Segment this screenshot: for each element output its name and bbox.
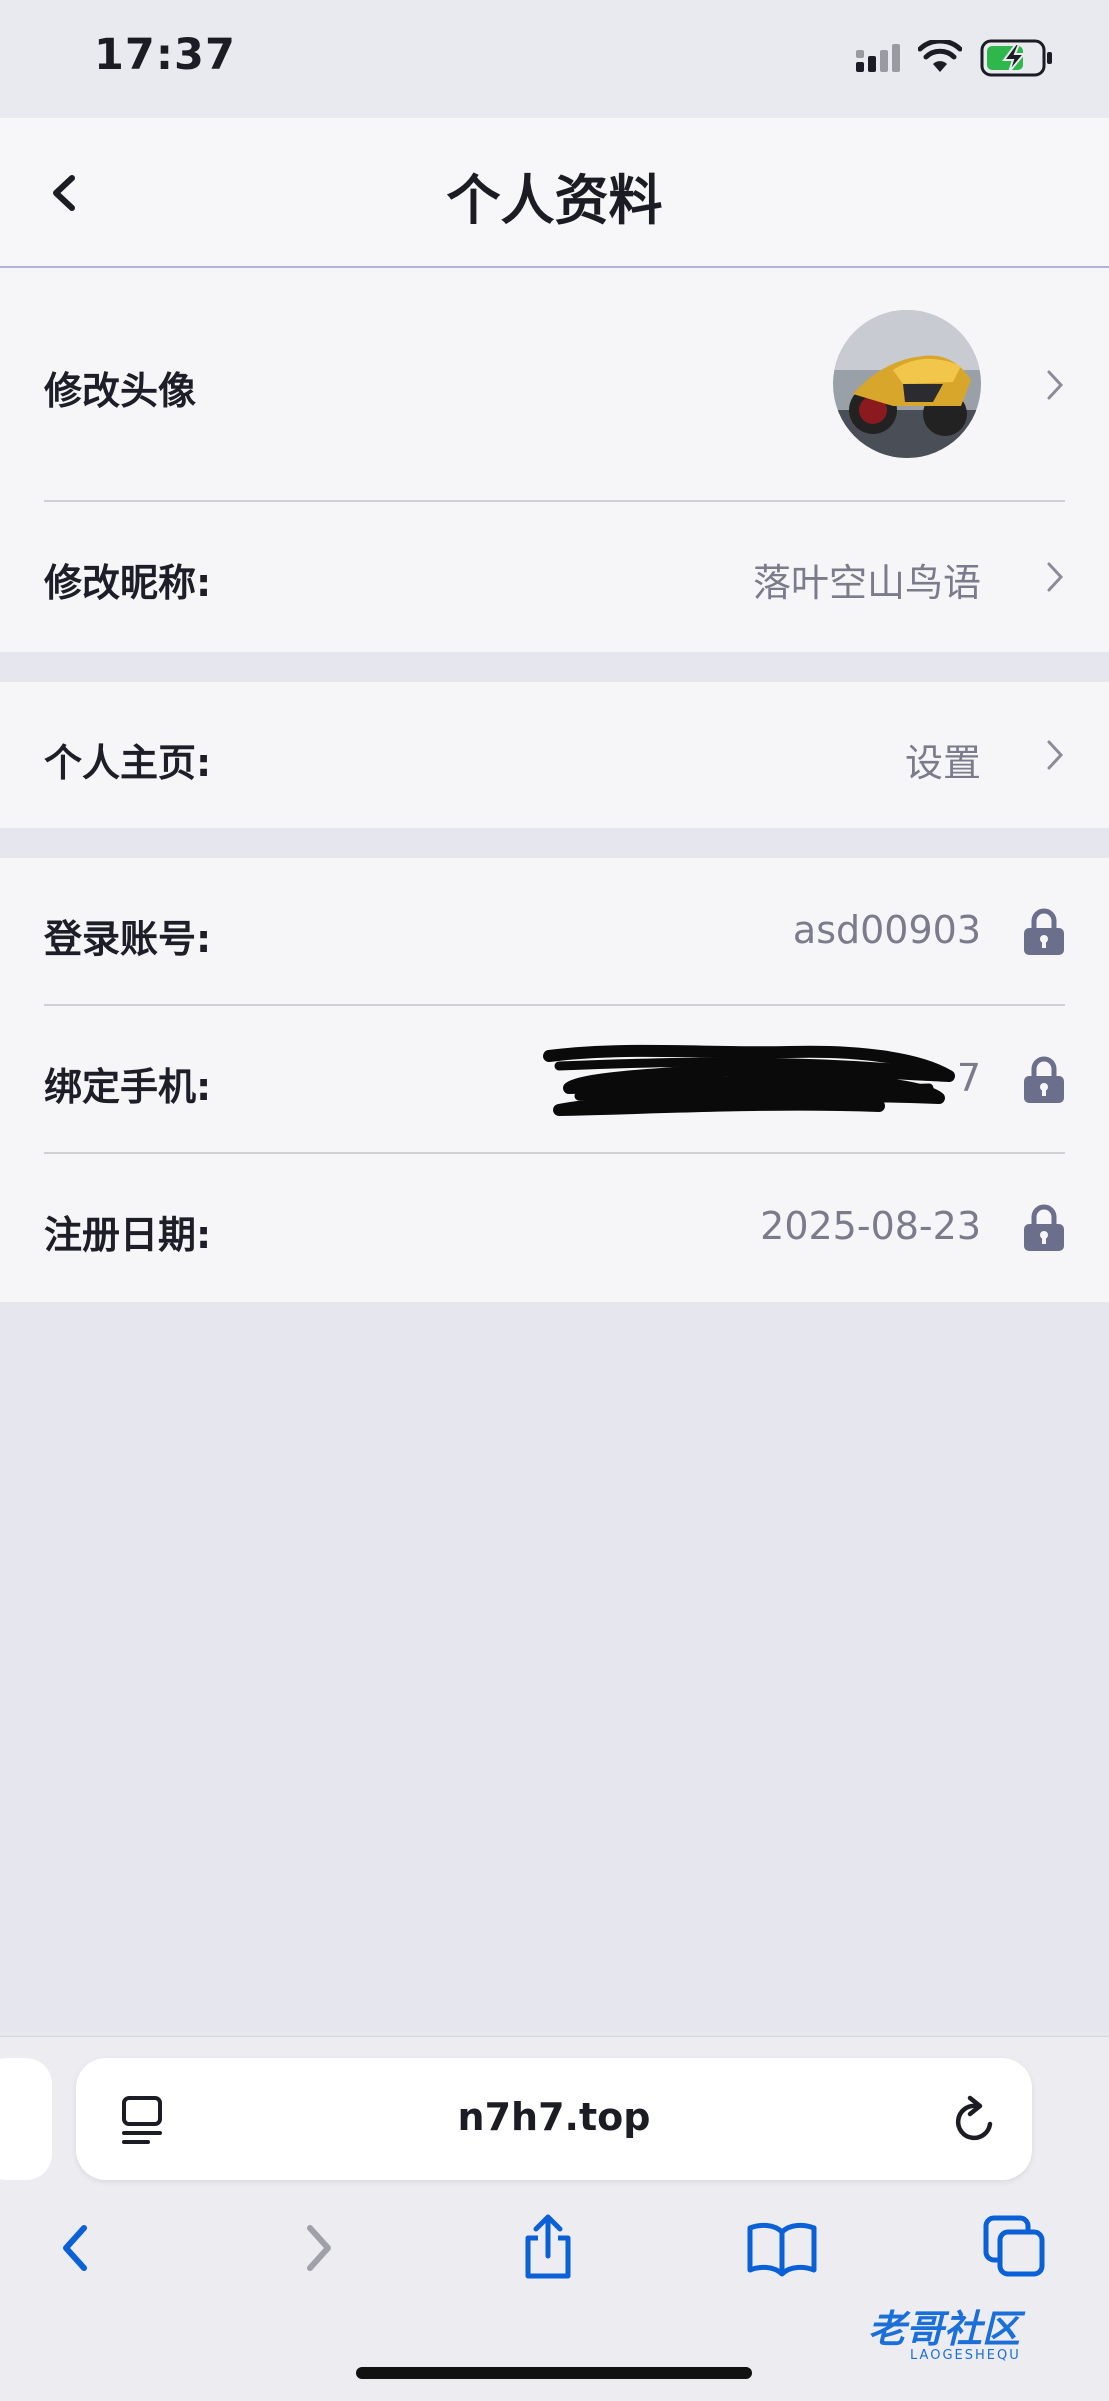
profile-section: 修改头像 修改昵称: 落叶空山鸟语 <box>0 268 1109 652</box>
forward-icon[interactable] <box>298 2218 338 2278</box>
status-time: 17:37 <box>94 30 236 80</box>
url-text[interactable]: n7h7.top <box>76 2095 1032 2139</box>
page-title: 个人资料 <box>446 169 663 232</box>
nickname-value: 落叶空山鸟语 <box>752 561 981 605</box>
register-date-row: 注册日期: 2025-08-23 <box>0 1154 1109 1302</box>
chevron-right-icon <box>1045 560 1065 594</box>
register-date-value: 2025-08-23 <box>760 1204 981 1248</box>
share-icon[interactable] <box>518 2212 578 2282</box>
chevron-right-icon <box>1045 368 1065 402</box>
cellular-signal-icon <box>856 42 904 74</box>
login-account-label: 登录账号: <box>44 917 212 961</box>
watermark-subtext: LAOGESHEQU <box>910 2348 1021 2363</box>
change-avatar-label: 修改头像 <box>44 369 197 413</box>
change-avatar-row[interactable]: 修改头像 <box>0 268 1109 500</box>
login-account-value: asd00903 <box>792 908 981 952</box>
wifi-icon <box>917 38 963 74</box>
bound-phone-row: 绑定手机: 7 <box>0 1006 1109 1152</box>
homepage-label: 个人主页: <box>44 741 212 785</box>
watermark-logo: 老哥社区 <box>868 2298 1020 2353</box>
battery-charging-icon <box>980 38 1054 78</box>
homepage-row[interactable]: 个人主页: 设置 <box>0 682 1109 828</box>
homepage-section: 个人主页: 设置 <box>0 682 1109 828</box>
chevron-right-icon <box>1045 738 1065 772</box>
homepage-value: 设置 <box>904 741 981 785</box>
avatar[interactable] <box>833 310 981 458</box>
lock-icon <box>1023 1056 1065 1104</box>
redaction-scribble <box>539 1036 959 1126</box>
change-nickname-row[interactable]: 修改昵称: 落叶空山鸟语 <box>0 502 1109 652</box>
home-indicator <box>356 2367 752 2379</box>
reload-icon[interactable] <box>950 2094 1000 2148</box>
tabs-icon[interactable] <box>982 2214 1048 2280</box>
change-nickname-label: 修改昵称: <box>44 561 212 605</box>
bound-phone-value: 7 <box>956 1056 981 1100</box>
lock-icon <box>1023 908 1065 956</box>
watermark-text: 老哥社区 <box>868 2307 1021 2351</box>
back-icon[interactable] <box>56 2218 96 2278</box>
bound-phone-label: 绑定手机: <box>44 1065 212 1109</box>
account-section: 登录账号: asd00903 绑定手机: 7 注册日期: 2025-08-23 <box>0 858 1109 1302</box>
register-date-label: 注册日期: <box>44 1213 212 1257</box>
login-account-row: 登录账号: asd00903 <box>0 858 1109 1004</box>
lock-icon <box>1023 1204 1065 1252</box>
previous-tab-card[interactable] <box>0 2058 52 2180</box>
bookmarks-icon[interactable] <box>746 2218 818 2278</box>
